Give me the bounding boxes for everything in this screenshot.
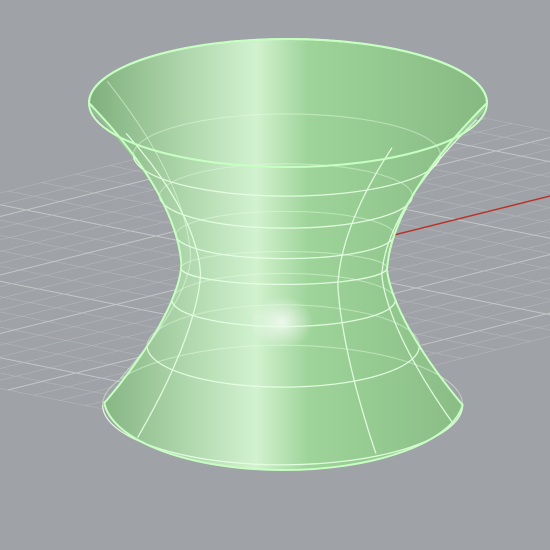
surface-specular-highlight <box>250 296 314 348</box>
viewport-canvas[interactable] <box>0 0 550 550</box>
hyperboloid-surface[interactable] <box>87 38 489 472</box>
rhino-perspective-viewport[interactable] <box>0 0 550 550</box>
hyperboloid-outer-body[interactable] <box>89 39 487 471</box>
